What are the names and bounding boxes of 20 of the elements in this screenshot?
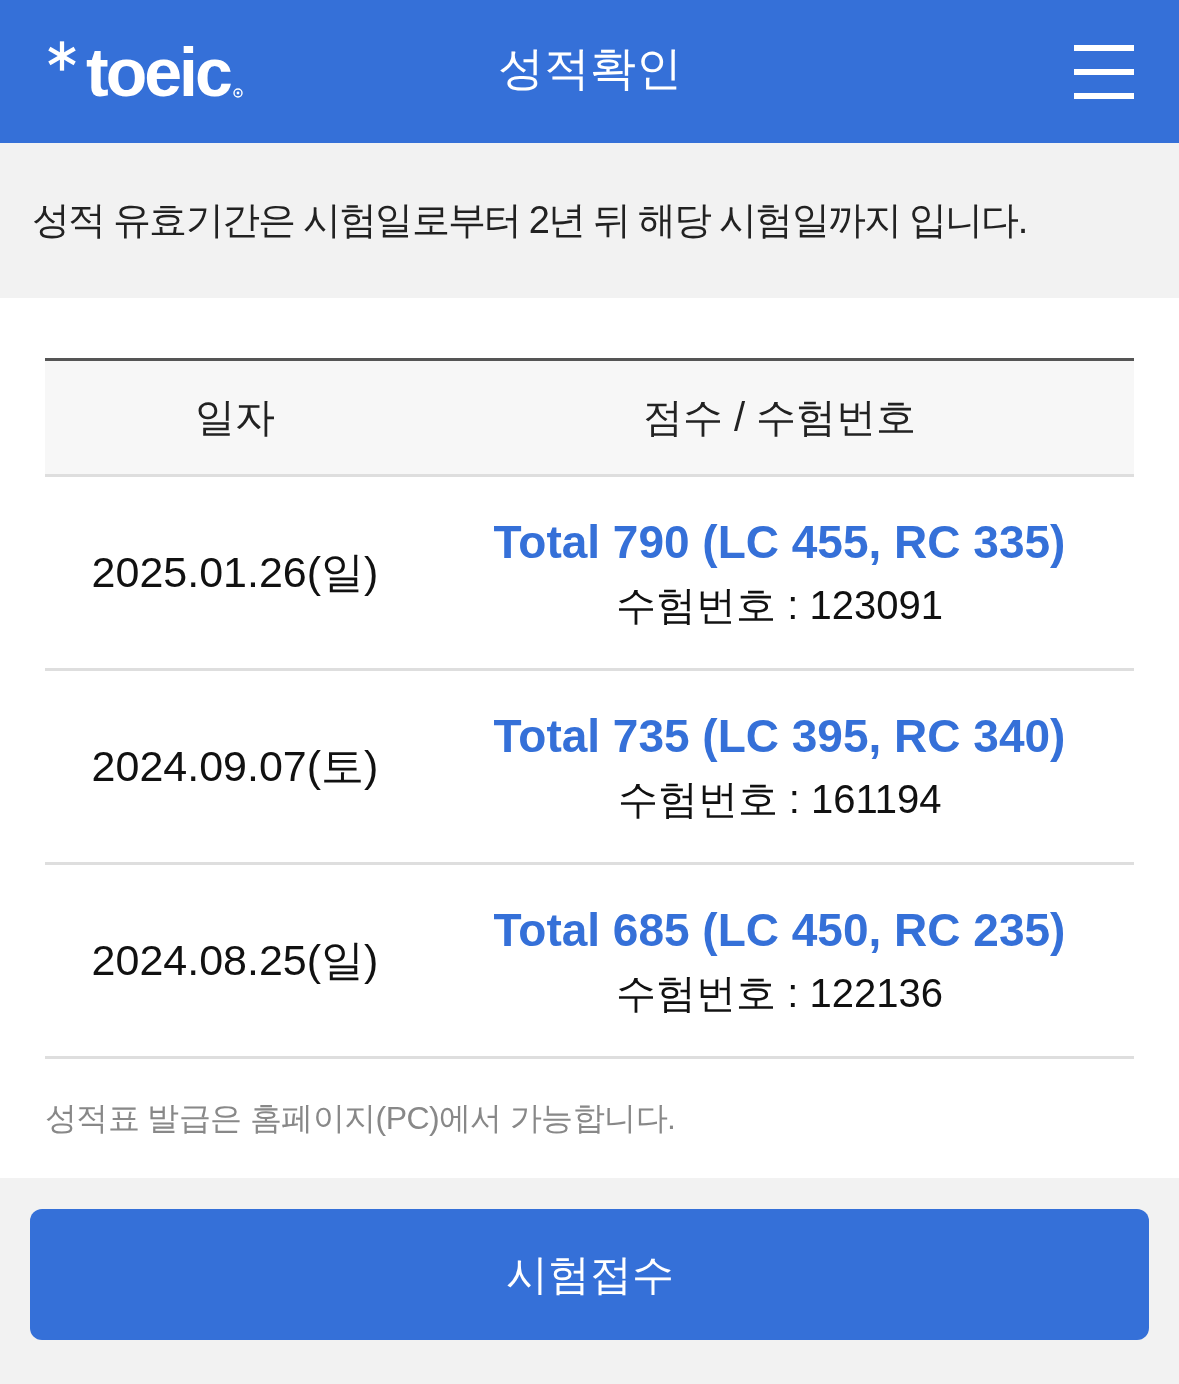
column-header: 일자 <box>194 394 276 441</box>
score-link[interactable]: Total 735 (LC 395, RC 340) <box>493 706 1066 765</box>
asterisk-icon <box>46 39 78 72</box>
menu-button[interactable] <box>1074 44 1134 99</box>
column-header: 점수 / 수험번호 <box>641 394 918 441</box>
footnote-text: 성적표 발급은 홈페이지(PC)에서 가능합니다. <box>45 1099 677 1138</box>
menu-icon <box>1074 44 1134 99</box>
logo-text[interactable]: toeic <box>86 39 230 104</box>
score-link[interactable]: Total 790 (LC 455, RC 335) <box>493 512 1066 571</box>
notice-text: 성적 유효기간은 시험일로부터 2년 뒤 해당 시험일까지 입니다. <box>32 198 1027 243</box>
score-link[interactable]: Total 685 (LC 450, RC 235) <box>493 900 1066 959</box>
apply-button[interactable]: 시험접수 <box>30 1209 1149 1340</box>
exam-number: 수험번호 : 123091 <box>616 581 943 629</box>
exam-date: 2025.01.26(일) <box>91 546 379 598</box>
exam-date: 2024.09.07(토) <box>91 740 379 792</box>
exam-number: 수험번호 : 122136 <box>616 969 943 1017</box>
exam-date: 2024.08.25(일) <box>91 934 379 986</box>
page-title: 성적확인 <box>497 41 682 96</box>
registered-mark-icon <box>232 87 243 98</box>
exam-number: 수험번호 : 161194 <box>617 775 942 823</box>
